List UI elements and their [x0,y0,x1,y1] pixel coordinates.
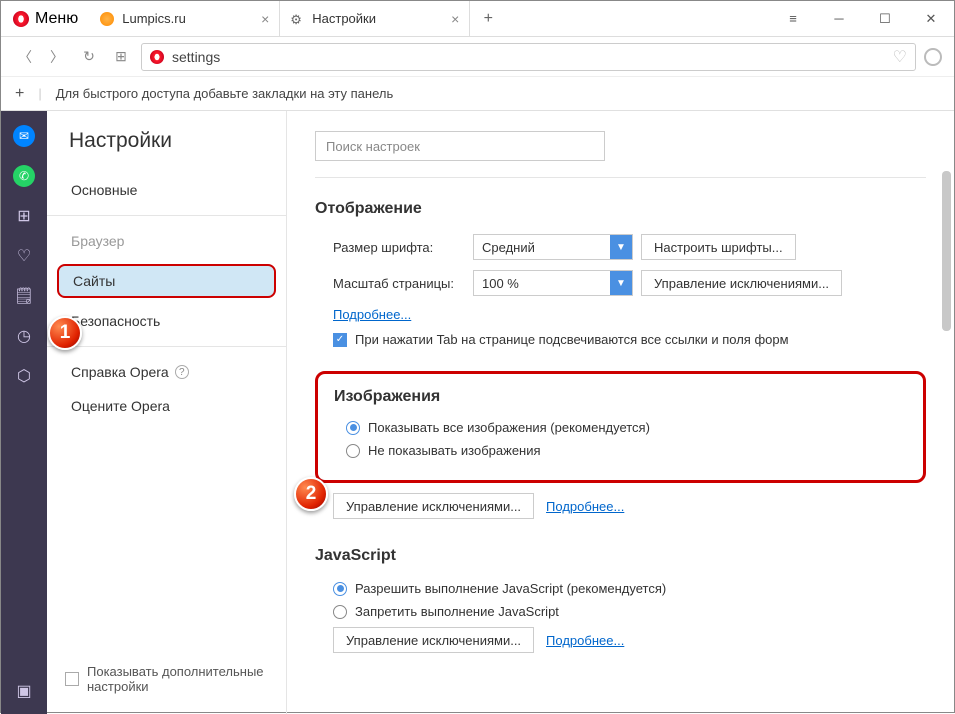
gear-icon [290,12,304,26]
chevron-down-icon: ▼ [610,235,632,259]
settings-content: Поиск настроек Отображение Размер шрифта… [287,111,954,714]
forward-button[interactable]: 〉 [45,45,69,69]
tab-lumpics[interactable]: Lumpics.ru × [90,1,280,36]
images-more-link[interactable]: Подробнее... [546,499,624,514]
section-images-heading: Изображения [334,388,907,406]
js-block-radio[interactable]: Запретить выполнение JavaScript [333,604,926,619]
new-tab-button[interactable]: + [470,1,506,36]
annotation-badge-1: 1 [48,316,82,350]
nav-security[interactable]: Безопасность [47,304,286,338]
opera-icon [150,50,164,64]
radio-checked-icon[interactable] [333,582,347,596]
manage-exceptions-button[interactable]: Управление исключениями... [641,270,842,296]
back-button[interactable]: 〈 [13,45,37,69]
bookmarks-bar: + | Для быстрого доступа добавьте заклад… [1,77,954,111]
js-allow-radio[interactable]: Разрешить выполнение JavaScript (рекомен… [333,581,926,596]
minimize-icon[interactable]: ─ [816,1,862,36]
section-javascript-heading: JavaScript [315,547,926,565]
window-controls: ≡ ─ ☐ ✕ [770,1,954,36]
heart-sidebar-icon[interactable]: ♡ [13,245,35,267]
tab-label: Lumpics.ru [122,11,186,26]
images-show-all-radio[interactable]: Показывать все изображения (рекомендуетс… [346,420,907,435]
section-display-heading: Отображение [315,200,926,218]
extensions-icon[interactable]: ⬡ [13,365,35,387]
reload-button[interactable]: ↻ [77,45,101,69]
settings-nav: Настройки Основные Браузер Сайты Безопас… [47,111,287,714]
close-icon[interactable]: × [261,11,269,27]
whatsapp-icon[interactable]: ✆ [13,165,35,187]
tabs-row: Lumpics.ru × Настройки × + [90,1,770,36]
menu-button[interactable]: Меню [1,1,90,36]
images-manage-exceptions-button[interactable]: Управление исключениями... [333,493,534,519]
clock-icon[interactable]: ◷ [13,325,35,347]
address-bar: 〈 〉 ↻ ⊞ settings ♡ [1,37,954,77]
menu-label: Меню [35,10,78,28]
settings-search-input[interactable]: Поиск настроек [315,131,605,161]
display-more-link[interactable]: Подробнее... [333,307,411,322]
tab-settings[interactable]: Настройки × [280,1,470,36]
checkbox-icon[interactable] [65,672,79,686]
configure-fonts-button[interactable]: Настроить шрифты... [641,234,796,260]
help-icon: ? [175,365,189,379]
bookmarks-hint: Для быстрого доступа добавьте закладки н… [56,86,394,101]
add-bookmark-button[interactable]: + [15,85,24,103]
close-icon[interactable]: × [451,11,459,27]
speed-dial-icon[interactable]: ⊞ [13,205,35,227]
window-menu-icon[interactable]: ≡ [770,1,816,36]
profile-icon[interactable] [924,48,942,66]
address-input[interactable]: settings ♡ [141,43,916,71]
settings-title: Настройки [47,129,286,173]
radio-icon[interactable] [333,605,347,619]
advanced-settings-toggle[interactable]: Показывать дополнительные настройки [47,664,286,700]
maximize-icon[interactable]: ☐ [862,1,908,36]
messenger-icon[interactable]: ✉ [13,125,35,147]
images-dont-show-radio[interactable]: Не показывать изображения [346,443,907,458]
scrollbar[interactable] [942,171,951,331]
font-size-select[interactable]: Средний ▼ [473,234,633,260]
nav-basic[interactable]: Основные [47,173,286,207]
heart-icon[interactable]: ♡ [893,47,907,67]
page-zoom-select[interactable]: 100 % ▼ [473,270,633,296]
tab-label: Настройки [312,11,376,26]
titlebar: Меню Lumpics.ru × Настройки × + ≡ ─ ☐ ✕ [1,1,954,37]
page-zoom-label: Масштаб страницы: [333,276,473,291]
radio-icon[interactable] [346,444,360,458]
annotation-badge-2: 2 [294,477,328,511]
nav-sites[interactable]: Сайты [57,264,276,298]
favicon-icon [100,12,114,26]
nav-browser[interactable]: Браузер [47,224,286,258]
radio-checked-icon[interactable] [346,421,360,435]
main-area: ✉ ✆ ⊞ ♡ 🗒 ◷ ⬡ ▣ Настройки Основные Брауз… [1,111,954,714]
speed-dial-icon[interactable]: ⊞ [109,45,133,69]
url-text: settings [172,49,885,65]
nav-rate[interactable]: Оцените Opera [47,389,286,423]
checkbox-checked-icon[interactable]: ✓ [333,333,347,347]
images-section-highlight: Изображения Показывать все изображения (… [315,371,926,483]
tab-highlight-label: При нажатии Tab на странице подсвечивают… [355,332,789,347]
close-window-icon[interactable]: ✕ [908,1,954,36]
sidebar-collapse-icon[interactable]: ▣ [13,680,35,702]
chevron-down-icon: ▼ [610,271,632,295]
js-manage-exceptions-button[interactable]: Управление исключениями... [333,627,534,653]
opera-icon [13,11,29,27]
sidebar-iconbar: ✉ ✆ ⊞ ♡ 🗒 ◷ ⬡ ▣ [1,111,47,714]
news-icon[interactable]: 🗒 [13,285,35,307]
font-size-label: Размер шрифта: [333,240,473,255]
js-more-link[interactable]: Подробнее... [546,633,624,648]
nav-help[interactable]: Справка Opera ? [47,355,286,389]
